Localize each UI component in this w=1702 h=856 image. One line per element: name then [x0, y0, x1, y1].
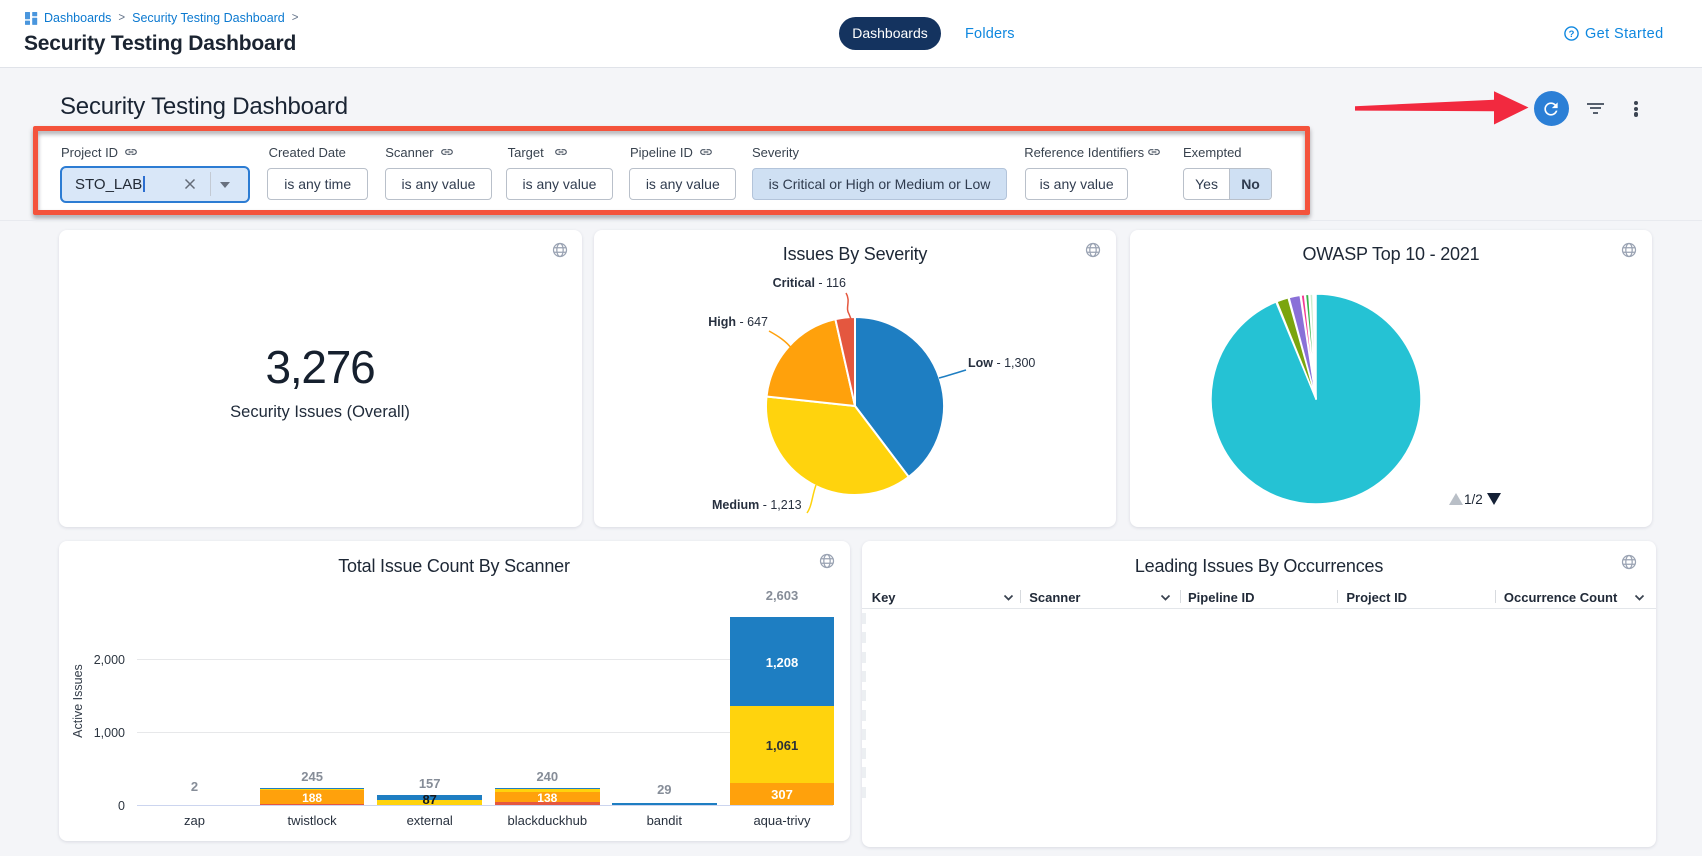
- svg-text:?: ?: [1569, 29, 1575, 40]
